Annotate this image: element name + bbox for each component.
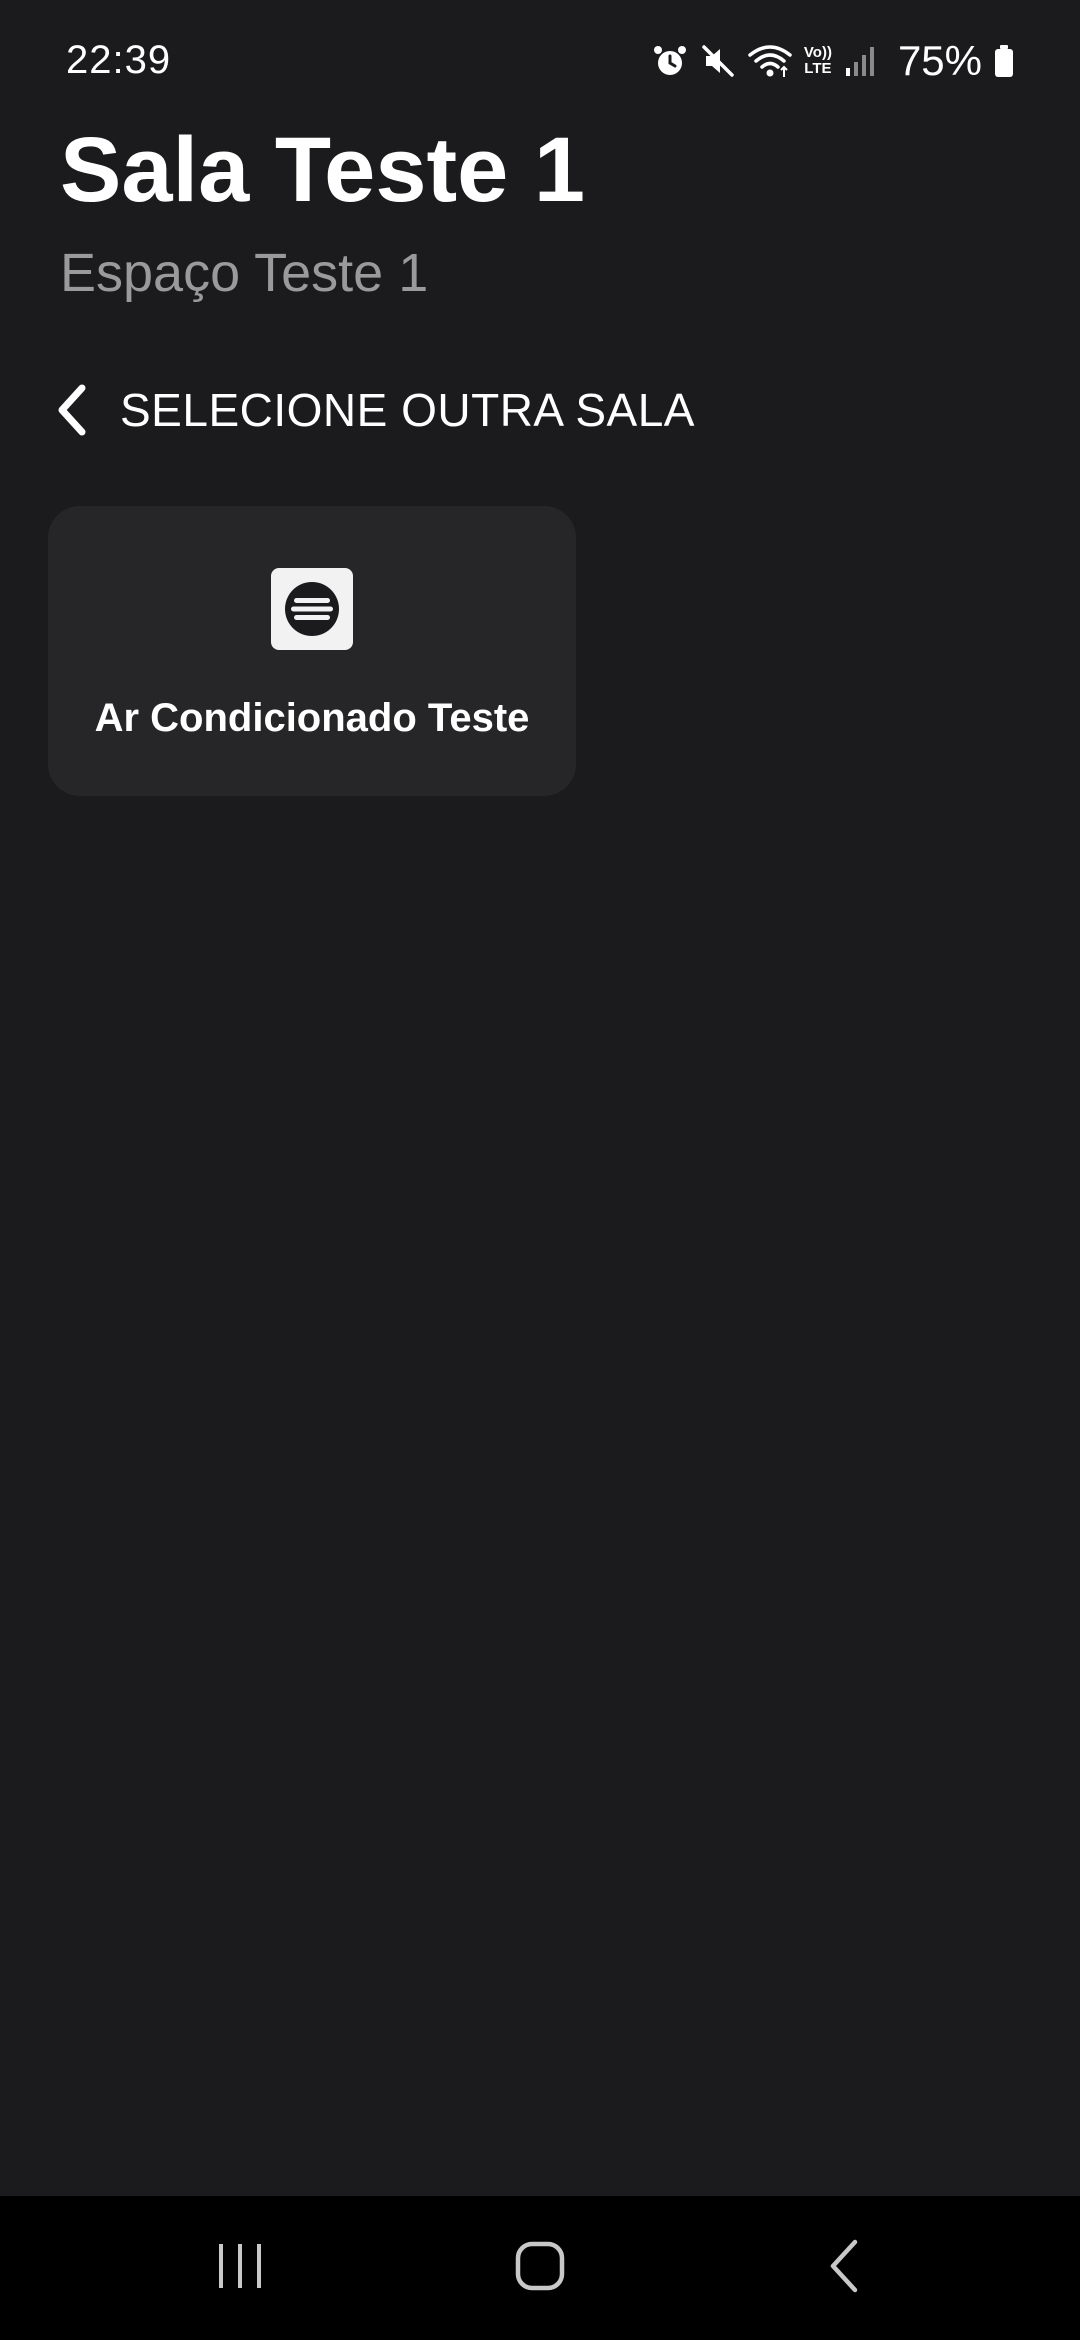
- select-other-room-label: SELECIONE OUTRA SALA: [120, 384, 695, 436]
- mute-icon: [700, 43, 736, 79]
- volte-label: Vo)): [803, 44, 832, 61]
- recent-apps-button[interactable]: [150, 2196, 330, 2340]
- battery-percent: 75%: [897, 37, 982, 84]
- status-time: 22:39: [66, 38, 172, 82]
- wifi-icon: [748, 43, 792, 79]
- status-bar: 22:39 Vo)) LTE 75%: [0, 0, 1080, 120]
- home-icon: [514, 2240, 566, 2297]
- device-card-air-conditioner[interactable]: Ar Condicionado Teste: [48, 506, 576, 796]
- home-button[interactable]: [450, 2196, 630, 2340]
- select-other-room-button[interactable]: SELECIONE OUTRA SALA: [52, 380, 695, 440]
- signal-icon: [844, 44, 878, 78]
- alarm-icon: [652, 43, 688, 79]
- air-conditioner-icon: [271, 568, 353, 650]
- chevron-left-icon: [52, 382, 92, 438]
- device-label: Ar Condicionado Teste: [94, 696, 530, 740]
- page-subtitle: Espaço Teste 1: [60, 243, 429, 303]
- recent-apps-icon: [215, 2241, 265, 2296]
- volte-lte-icon: Vo)) LTE: [804, 45, 832, 77]
- navigation-bar: [0, 2196, 1080, 2340]
- back-button[interactable]: [755, 2196, 935, 2340]
- back-icon: [825, 2238, 865, 2299]
- page-title: Sala Teste 1: [60, 119, 586, 221]
- status-icons: Vo)) LTE 75%: [652, 36, 1014, 86]
- lte-label: LTE: [804, 60, 832, 77]
- battery-icon: [994, 44, 1014, 78]
